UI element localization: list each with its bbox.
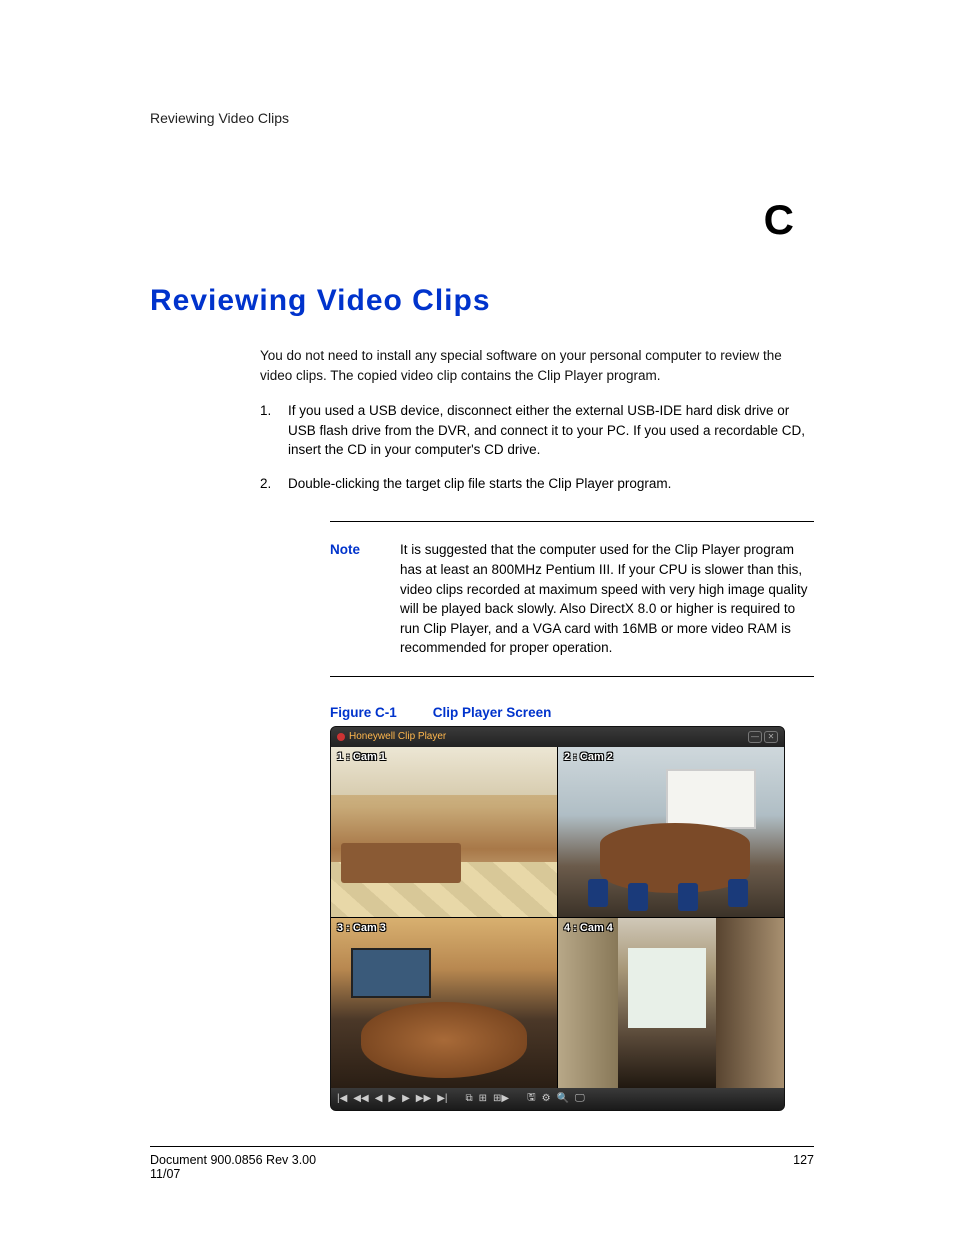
figure-label: Figure C-1: [330, 705, 397, 720]
camera-view-3[interactable]: 3 : Cam 3: [331, 918, 557, 1088]
clip-player-titlebar: Honeywell Clip Player — ✕: [331, 727, 784, 747]
app-icon: [337, 733, 345, 741]
document-id: Document 900.0856 Rev 3.00: [150, 1153, 793, 1167]
skip-start-icon[interactable]: |◀: [337, 1093, 347, 1104]
list-item: 2. Double-clicking the target clip file …: [260, 474, 814, 494]
step-back-icon[interactable]: ◀: [375, 1093, 383, 1104]
save-icon[interactable]: 🖫: [527, 1090, 536, 1107]
header-section-title: Reviewing Video Clips: [150, 110, 814, 126]
camera-grid: 1 : Cam 1 2 : Cam 2 3 : Cam 3 4 : Cam 4: [331, 747, 784, 1088]
camera-label: 3 : Cam 3: [337, 922, 386, 934]
step-forward-icon[interactable]: ▶: [402, 1093, 410, 1104]
playback-controls: |◀ ◀◀ ◀ ▶ ▶ ▶▶ ▶| ⧉ ⊞ ⊞▶ 🖫 ⚙ 🔍 🖵: [331, 1088, 784, 1110]
camera-view-4[interactable]: 4 : Cam 4: [558, 918, 784, 1088]
camera-label: 1 : Cam 1: [337, 751, 386, 763]
layout-prev-icon[interactable]: ⧉: [465, 1093, 472, 1104]
layout-next-icon[interactable]: ⊞▶: [493, 1093, 509, 1104]
camera-view-1[interactable]: 1 : Cam 1: [331, 747, 557, 917]
settings-icon[interactable]: ⚙: [542, 1093, 551, 1104]
note-text: It is suggested that the computer used f…: [400, 540, 810, 657]
list-item: 1. If you used a USB device, disconnect …: [260, 401, 814, 460]
app-title: Honeywell Clip Player: [349, 731, 446, 742]
page-number: 127: [793, 1153, 814, 1181]
camera-view-2[interactable]: 2 : Cam 2: [558, 747, 784, 917]
close-icon[interactable]: ✕: [764, 731, 778, 743]
rewind-icon[interactable]: ◀◀: [353, 1093, 368, 1104]
page-footer: Document 900.0856 Rev 3.00 11/07 127: [150, 1146, 814, 1181]
appendix-letter: C: [150, 196, 814, 244]
clip-player-window: Honeywell Clip Player — ✕ 1 : Cam 1 2 : …: [330, 726, 785, 1111]
page-title: Reviewing Video Clips: [150, 284, 814, 318]
list-number: 2.: [260, 474, 288, 494]
fullscreen-icon[interactable]: 🖵: [575, 1093, 585, 1104]
note-label: Note: [330, 540, 400, 657]
play-icon[interactable]: ▶: [388, 1093, 396, 1104]
intro-paragraph: You do not need to install any special s…: [260, 346, 814, 385]
steps-list: 1. If you used a USB device, disconnect …: [260, 401, 814, 493]
figure-title: Clip Player Screen: [433, 705, 552, 720]
minimize-icon[interactable]: —: [748, 731, 762, 743]
note-block: Note It is suggested that the computer u…: [330, 521, 814, 676]
list-text: If you used a USB device, disconnect eit…: [288, 401, 814, 460]
document-date: 11/07: [150, 1167, 793, 1181]
skip-end-icon[interactable]: ▶|: [437, 1093, 447, 1104]
figure-caption: Figure C-1 Clip Player Screen: [330, 705, 814, 720]
list-number: 1.: [260, 401, 288, 460]
camera-label: 2 : Cam 2: [564, 751, 613, 763]
layout-grid-icon[interactable]: ⊞: [479, 1093, 487, 1104]
zoom-icon[interactable]: 🔍: [557, 1093, 569, 1104]
fast-forward-icon[interactable]: ▶▶: [416, 1093, 431, 1104]
list-text: Double-clicking the target clip file sta…: [288, 474, 814, 494]
camera-label: 4 : Cam 4: [564, 922, 613, 934]
